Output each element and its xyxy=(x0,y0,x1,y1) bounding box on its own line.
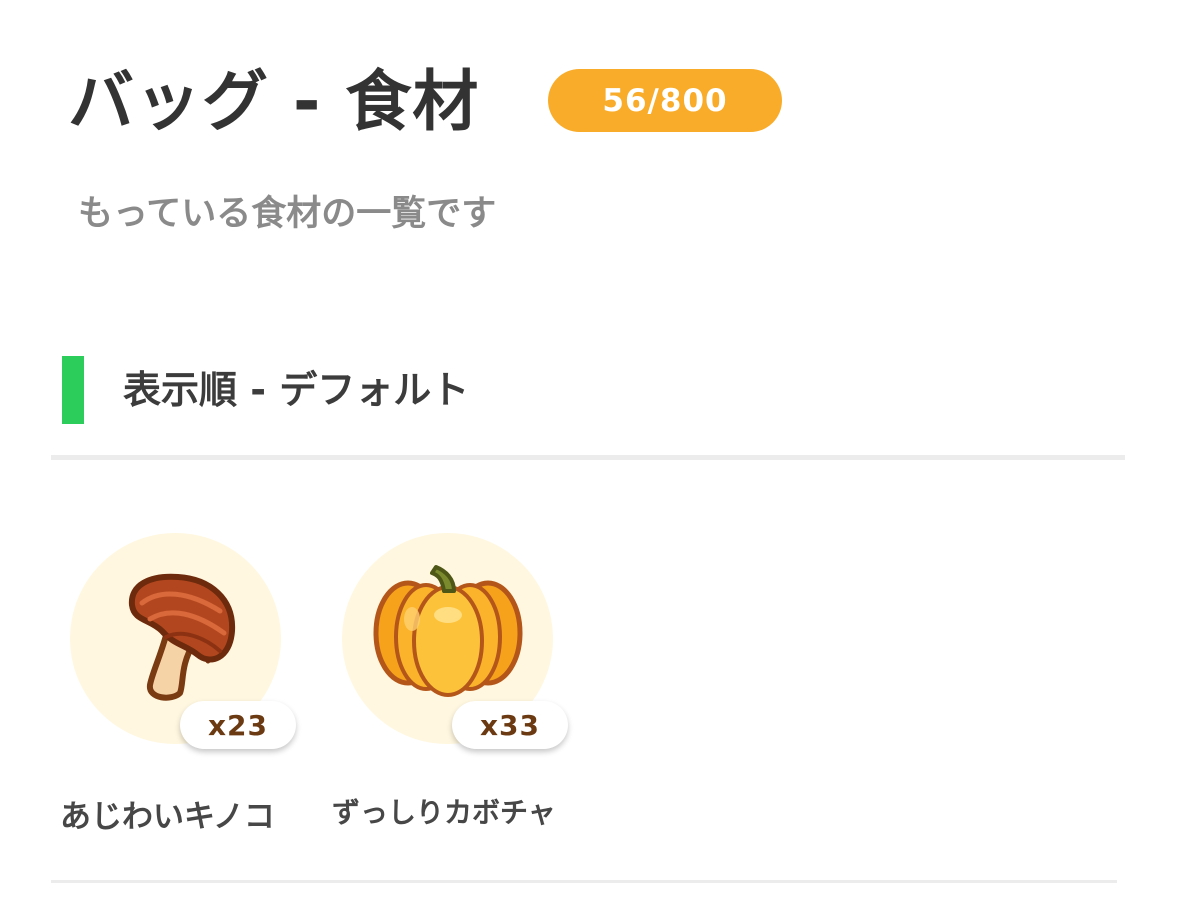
sort-accent-bar xyxy=(62,356,84,424)
item-count-badge: x23 xyxy=(180,701,296,749)
page-title: バッグ - 食材 xyxy=(68,63,480,140)
ingredient-item[interactable]: x23 あじわいキノコ xyxy=(52,533,312,843)
ingredient-bag-page: バッグ - 食材 56/800 もっている食材の一覧です 表示順 - デフォルト… xyxy=(0,0,1179,905)
ingredient-item[interactable]: x33 ずっしりカボチャ xyxy=(324,533,584,843)
header: バッグ - 食材 xyxy=(68,62,479,142)
sort-order-button[interactable]: 表示順 - デフォルト xyxy=(123,365,469,415)
page-subtitle: もっている食材の一覧です xyxy=(78,194,497,234)
section-divider xyxy=(51,455,1125,460)
item-name: ずっしりカボチャ xyxy=(332,796,556,829)
section-divider xyxy=(51,880,1117,883)
capacity-badge: 56/800 xyxy=(548,69,782,132)
item-name: あじわいキノコ xyxy=(60,799,275,835)
item-count-badge: x33 xyxy=(452,701,568,749)
